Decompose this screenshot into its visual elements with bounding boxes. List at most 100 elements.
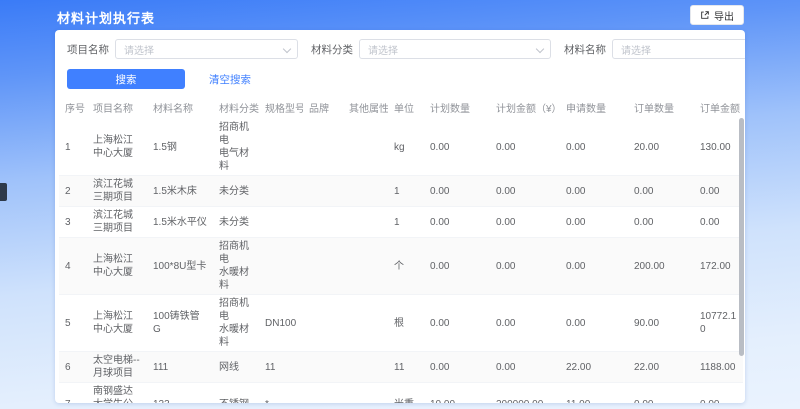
table-cell	[343, 238, 388, 295]
table-cell: 3	[59, 207, 87, 238]
column-header: 申请数量	[560, 96, 628, 119]
table-cell	[303, 207, 343, 238]
table-row: 4上海松江中心大厦100*8U型卡招商机电 水暖材料个0.000.000.002…	[59, 238, 743, 295]
table-cell: 1	[388, 176, 424, 207]
table-cell: 0.00	[628, 383, 694, 404]
table-cell	[303, 176, 343, 207]
chevron-down-icon	[283, 45, 291, 53]
table-cell: 100铸铁管G	[147, 295, 213, 352]
search-button[interactable]: 搜索	[67, 69, 185, 89]
table-cell	[259, 207, 303, 238]
table-cell	[303, 295, 343, 352]
table-cell: 0.00	[424, 238, 490, 295]
export-button[interactable]: 导出	[690, 5, 744, 25]
table-cell: 111	[147, 352, 213, 383]
table-cell: 11	[388, 352, 424, 383]
table-cell: 1.5钢	[147, 119, 213, 176]
table-cell: 0.00	[628, 207, 694, 238]
table-cell: 6	[59, 352, 87, 383]
table-cell: 0.00	[424, 207, 490, 238]
table-cell	[259, 119, 303, 176]
table-cell: 200000.00	[490, 383, 560, 404]
filter-material: 材料名称 请选择	[564, 39, 745, 59]
table-cell: 10.00	[424, 383, 490, 404]
table-cell: 1.5米木床	[147, 176, 213, 207]
table-cell: 0.00	[694, 207, 743, 238]
table-cell	[303, 383, 343, 404]
column-header: 项目名称	[87, 96, 147, 119]
table-cell: 11.00	[560, 383, 628, 404]
table-cell: 90.00	[628, 295, 694, 352]
table-cell: 不锈钢	[213, 383, 259, 404]
table-cell: 上海松江中心大厦	[87, 119, 147, 176]
materials-table-wrap: 序号项目名称材料名称材料分类规格型号品牌其他属性单位计划数量计划金额（¥）申请数…	[55, 96, 745, 403]
table-cell: 上海松江中心大厦	[87, 295, 147, 352]
table-cell: 个	[388, 238, 424, 295]
table-cell: 0.00	[560, 295, 628, 352]
material-name-label: 材料名称	[564, 42, 606, 57]
top-header-bar: 材料计划执行表 导出	[0, 0, 800, 30]
vertical-scrollbar[interactable]	[739, 118, 744, 356]
column-header: 计划金额（¥）	[490, 96, 560, 119]
table-cell: 米重	[388, 383, 424, 404]
table-cell: 22.00	[628, 352, 694, 383]
table-cell: 网线	[213, 352, 259, 383]
table-cell: 1188.00	[694, 352, 743, 383]
column-header: 规格型号	[259, 96, 303, 119]
export-button-label: 导出	[714, 8, 734, 23]
column-header: 计划数量	[424, 96, 490, 119]
column-header: 材料分类	[213, 96, 259, 119]
column-header: 序号	[59, 96, 87, 119]
table-cell: DN100	[259, 295, 303, 352]
table-cell	[259, 176, 303, 207]
table-cell: 22.00	[560, 352, 628, 383]
table-cell: 0.00	[694, 176, 743, 207]
clear-search-button[interactable]: 清空搜索	[209, 72, 251, 87]
table-cell: kg	[388, 119, 424, 176]
table-cell: 招商机电 水暖材料	[213, 238, 259, 295]
category-select-placeholder: 请选择	[368, 42, 398, 57]
table-cell: 200.00	[628, 238, 694, 295]
column-header: 品牌	[303, 96, 343, 119]
table-cell: 滨江花城三期项目	[87, 176, 147, 207]
table-cell: 7	[59, 383, 87, 404]
table-cell: *	[259, 383, 303, 404]
table-cell: 0.00	[424, 119, 490, 176]
table-header-row: 序号项目名称材料名称材料分类规格型号品牌其他属性单位计划数量计划金额（¥）申请数…	[59, 96, 743, 119]
content-card: 项目名称 请选择 材料分类 请选择 材料名称 请选择 搜索 清空搜索	[55, 30, 745, 403]
material-name-select[interactable]: 请选择	[612, 39, 745, 59]
filter-category: 材料分类 请选择	[311, 39, 551, 59]
material-category-select[interactable]: 请选择	[359, 39, 551, 59]
table-cell: 南钢盛达大学生公寓新建	[87, 383, 147, 404]
table-cell: 100*8U型卡	[147, 238, 213, 295]
materials-table: 序号项目名称材料名称材料分类规格型号品牌其他属性单位计划数量计划金额（¥）申请数…	[59, 96, 743, 403]
export-icon	[700, 10, 710, 20]
table-row: 3滨江花城三期项目1.5米水平仪未分类10.000.000.000.000.00	[59, 207, 743, 238]
filter-bar: 项目名称 请选择 材料分类 请选择 材料名称 请选择	[55, 30, 745, 63]
column-header: 其他属性	[343, 96, 388, 119]
table-cell	[343, 383, 388, 404]
table-cell: 11	[259, 352, 303, 383]
sidebar-collapse-handle[interactable]	[0, 183, 7, 201]
table-cell: 0.00	[424, 352, 490, 383]
material-category-label: 材料分类	[311, 42, 353, 57]
table-body: 1上海松江中心大厦1.5钢招商机电 电气材料kg0.000.000.0020.0…	[59, 119, 743, 403]
table-cell: 130.00	[694, 119, 743, 176]
table-cell	[303, 119, 343, 176]
project-name-select[interactable]: 请选择	[115, 39, 298, 59]
column-header: 单位	[388, 96, 424, 119]
table-cell	[343, 119, 388, 176]
table-cell: 上海松江中心大厦	[87, 238, 147, 295]
table-cell: 1.5米水平仪	[147, 207, 213, 238]
table-row: 2滨江花城三期项目1.5米木床未分类10.000.000.000.000.00	[59, 176, 743, 207]
table-cell: 招商机电 水暖材料	[213, 295, 259, 352]
table-cell: 0.00	[560, 238, 628, 295]
table-cell	[303, 352, 343, 383]
table-cell: 0.00	[424, 295, 490, 352]
column-header: 订单数量	[628, 96, 694, 119]
table-cell: 123	[147, 383, 213, 404]
table-cell: 0.00	[490, 295, 560, 352]
table-cell: 0.00	[560, 176, 628, 207]
table-cell: 0.00	[490, 352, 560, 383]
project-select-placeholder: 请选择	[124, 42, 154, 57]
